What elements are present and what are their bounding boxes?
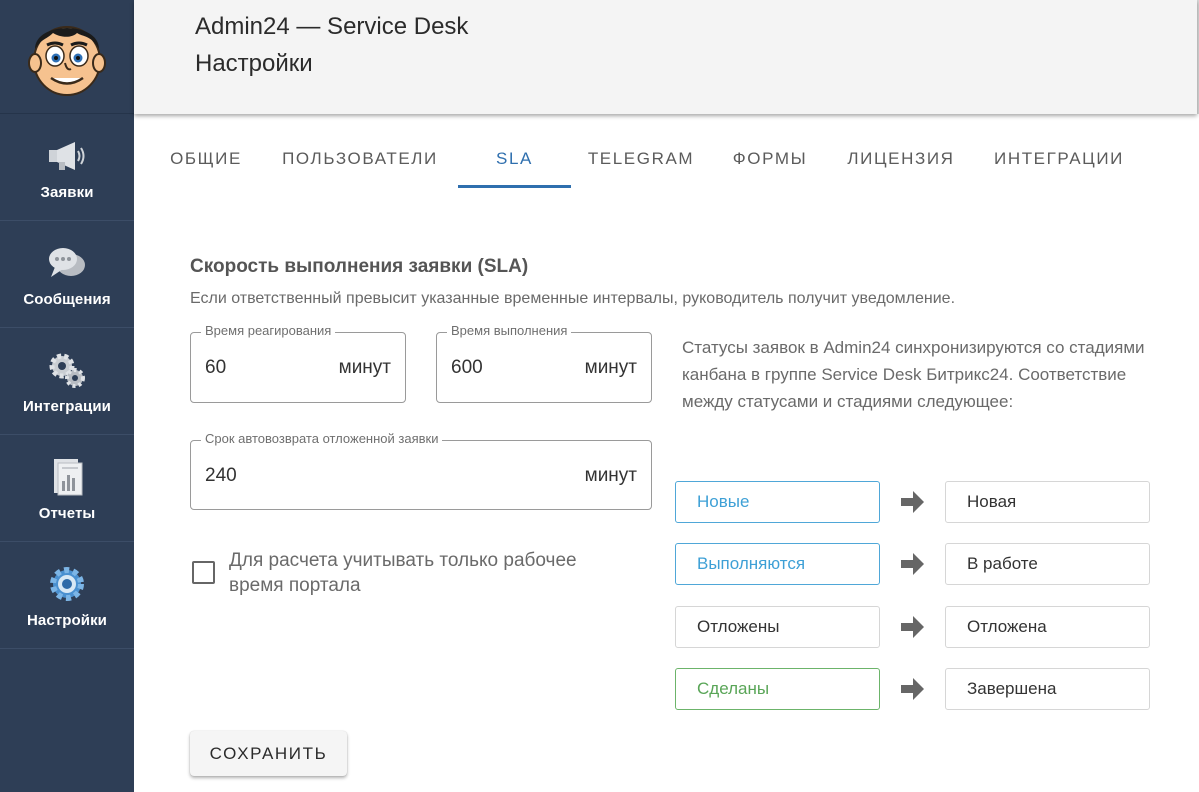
tab-users[interactable]: ПОЛЬЗОВАТЕЛИ xyxy=(270,130,450,188)
gears-icon xyxy=(45,348,89,392)
field-label: Время выполнения xyxy=(447,323,572,338)
field-unit: минут xyxy=(338,357,391,378)
page-header: Admin24 — Service Desk Настройки xyxy=(134,0,1197,114)
app-title: Admin24 — Service Desk xyxy=(195,13,469,40)
sidebar-item-label: Заявки xyxy=(40,183,94,201)
tab-license[interactable]: ЛИЦЕНЗИЯ xyxy=(836,130,966,188)
sidebar-item-label: Отчеты xyxy=(38,504,96,522)
sync-description: Статусы заявок в Admin24 синхронизируютс… xyxy=(682,338,1145,411)
reaction-time-field[interactable]: Время реагирования 60 минут xyxy=(190,323,406,403)
app-root: Заявки Сообщения Интеграции Отчеты Настр… xyxy=(0,0,1199,792)
status-in-progress: Выполняются xyxy=(675,543,880,585)
sidebar-item-tickets[interactable]: Заявки xyxy=(0,114,134,221)
avatar[interactable] xyxy=(0,0,134,114)
sidebar-item-integrations[interactable]: Интеграции xyxy=(0,328,134,435)
status-postponed: Отложены xyxy=(675,606,880,648)
gear-icon xyxy=(45,562,89,606)
tab-telegram[interactable]: TELEGRAM xyxy=(578,130,704,188)
field-value: 240 xyxy=(205,465,237,486)
working-time-checkbox[interactable] xyxy=(192,561,215,584)
arrow-right-icon xyxy=(901,491,924,513)
autoreturn-time-field[interactable]: Срок автовозврата отложенной заявки 240 … xyxy=(190,431,652,510)
section-title: Скорость выполнения заявки (SLA) xyxy=(190,256,529,277)
stage-postponed: Отложена xyxy=(945,606,1150,648)
stage-new: Новая xyxy=(945,481,1150,523)
sidebar-item-label: Сообщения xyxy=(23,290,111,308)
status-new: Новые xyxy=(675,481,880,523)
sidebar-item-settings[interactable]: Настройки xyxy=(0,542,134,649)
execution-time-field[interactable]: Время выполнения 600 минут xyxy=(436,323,652,403)
chat-bubble-icon xyxy=(45,241,89,285)
stage-done: Завершена xyxy=(945,668,1150,710)
sidebar-item-reports[interactable]: Отчеты xyxy=(0,435,134,542)
megaphone-icon xyxy=(45,134,89,178)
report-chart-icon xyxy=(45,455,89,499)
sidebar: Заявки Сообщения Интеграции Отчеты Настр… xyxy=(0,0,134,792)
active-tab-indicator xyxy=(458,185,571,188)
sidebar-item-label: Интеграции xyxy=(23,397,111,415)
arrow-right-icon xyxy=(901,553,924,575)
cartoon-face-avatar-icon xyxy=(28,25,106,96)
stage-in-progress: В работе xyxy=(945,543,1150,585)
field-unit: минут xyxy=(584,465,637,486)
sidebar-item-messages[interactable]: Сообщения xyxy=(0,221,134,328)
section-description: Если ответственный превысит указанные вр… xyxy=(190,290,956,307)
tab-general[interactable]: ОБЩИЕ xyxy=(150,130,262,188)
arrow-right-icon xyxy=(901,616,924,638)
working-time-label: Для расчета учитывать только рабочее вре… xyxy=(229,550,577,596)
arrow-right-icon xyxy=(901,678,924,700)
page-title: Настройки xyxy=(195,50,313,77)
field-label: Время реагирования xyxy=(201,323,336,338)
field-value: 60 xyxy=(205,357,227,378)
working-time-option: Для расчета учитывать только рабочее вре… xyxy=(192,548,629,598)
field-value: 600 xyxy=(451,357,483,378)
status-done: Сделаны xyxy=(675,668,880,710)
field-label: Срок автовозврата отложенной заявки xyxy=(201,431,443,446)
tab-forms[interactable]: ФОРМЫ xyxy=(712,130,828,188)
field-unit: минут xyxy=(584,357,637,378)
tab-sla[interactable]: SLA xyxy=(458,130,571,188)
tab-integrations[interactable]: ИНТЕГРАЦИИ xyxy=(976,130,1142,188)
save-button[interactable]: СОХРАНИТЬ xyxy=(190,731,347,776)
sidebar-item-label: Настройки xyxy=(26,611,108,629)
